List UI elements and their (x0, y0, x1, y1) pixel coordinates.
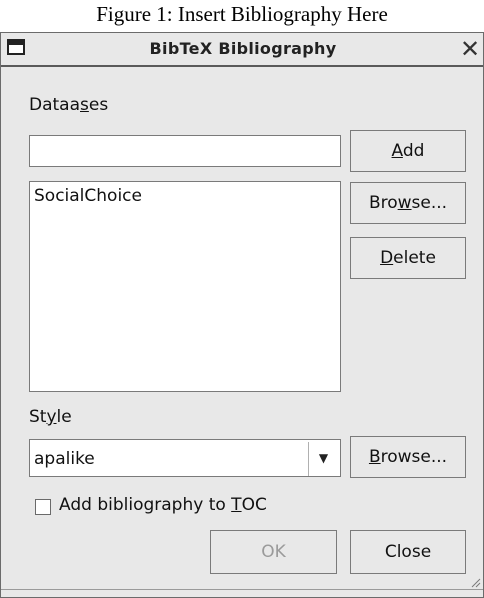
list-item[interactable]: SocialChoice (34, 186, 142, 206)
ok-button[interactable]: OK (210, 530, 337, 574)
bibtex-dialog: BibTeX Bibliography ✕ Dataases Add Socia… (0, 32, 484, 598)
chevron-down-icon[interactable]: ▼ (308, 442, 338, 476)
database-input[interactable] (29, 135, 341, 167)
close-icon[interactable]: ✕ (457, 35, 483, 63)
window-title: BibTeX Bibliography (149, 39, 337, 58)
close-button[interactable]: Close (350, 530, 466, 574)
add-button[interactable]: Add (350, 130, 466, 172)
delete-button[interactable]: Delete (350, 237, 466, 279)
style-selected-value: apalike (34, 449, 95, 469)
figure-caption: Figure 1: Insert Bibliography Here (96, 2, 388, 26)
style-combobox[interactable]: apalike ▼ (29, 439, 341, 477)
toc-checkbox[interactable] (35, 499, 51, 515)
style-label: Style (29, 407, 72, 427)
title-bar[interactable]: BibTeX Bibliography ✕ (1, 33, 483, 67)
window-menu-icon[interactable] (7, 39, 25, 55)
databases-label: Dataases (29, 95, 109, 115)
status-divider (1, 589, 483, 590)
databases-list[interactable]: SocialChoice (29, 181, 341, 392)
browse-database-button[interactable]: Browse... (350, 182, 466, 224)
toc-checkbox-label[interactable]: Add bibliography to TOC (59, 495, 267, 515)
browse-style-button[interactable]: Browse... (350, 436, 466, 478)
resize-grip-icon[interactable] (471, 578, 481, 588)
